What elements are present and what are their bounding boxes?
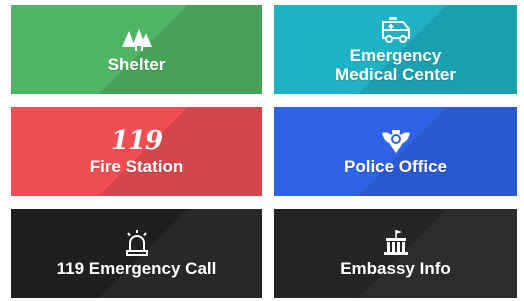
- siren-icon: [125, 230, 148, 256]
- emergency-menu-grid: Shelter Emergency Medical Center 119 Fir…: [0, 0, 524, 301]
- embassy-info-label: Embassy Info: [340, 259, 451, 278]
- police-office-label: Police Office: [344, 157, 447, 176]
- police-office-button[interactable]: Police Office: [274, 107, 517, 196]
- shelter-button[interactable]: Shelter: [11, 5, 262, 94]
- emergency-medical-center-button[interactable]: Emergency Medical Center: [274, 5, 517, 94]
- emergency-label-line1: Emergency: [349, 45, 442, 65]
- emergency-call-label: 119 Emergency Call: [56, 259, 217, 278]
- ambulance-icon: [381, 16, 410, 43]
- embassy-building-icon: [383, 230, 408, 255]
- emergency-call-button[interactable]: 119 Emergency Call: [11, 209, 262, 298]
- tents-icon: [121, 29, 152, 51]
- logo-119-icon: 119: [110, 126, 163, 156]
- police-badge-icon: [381, 130, 410, 153]
- fire-station-button[interactable]: 119 Fire Station: [11, 107, 262, 196]
- medical-center-label-line2: Medical Center: [335, 64, 456, 84]
- embassy-info-button[interactable]: Embassy Info: [274, 209, 517, 298]
- fire-station-label: Fire Station: [89, 157, 184, 176]
- shelter-label: Shelter: [107, 55, 166, 74]
